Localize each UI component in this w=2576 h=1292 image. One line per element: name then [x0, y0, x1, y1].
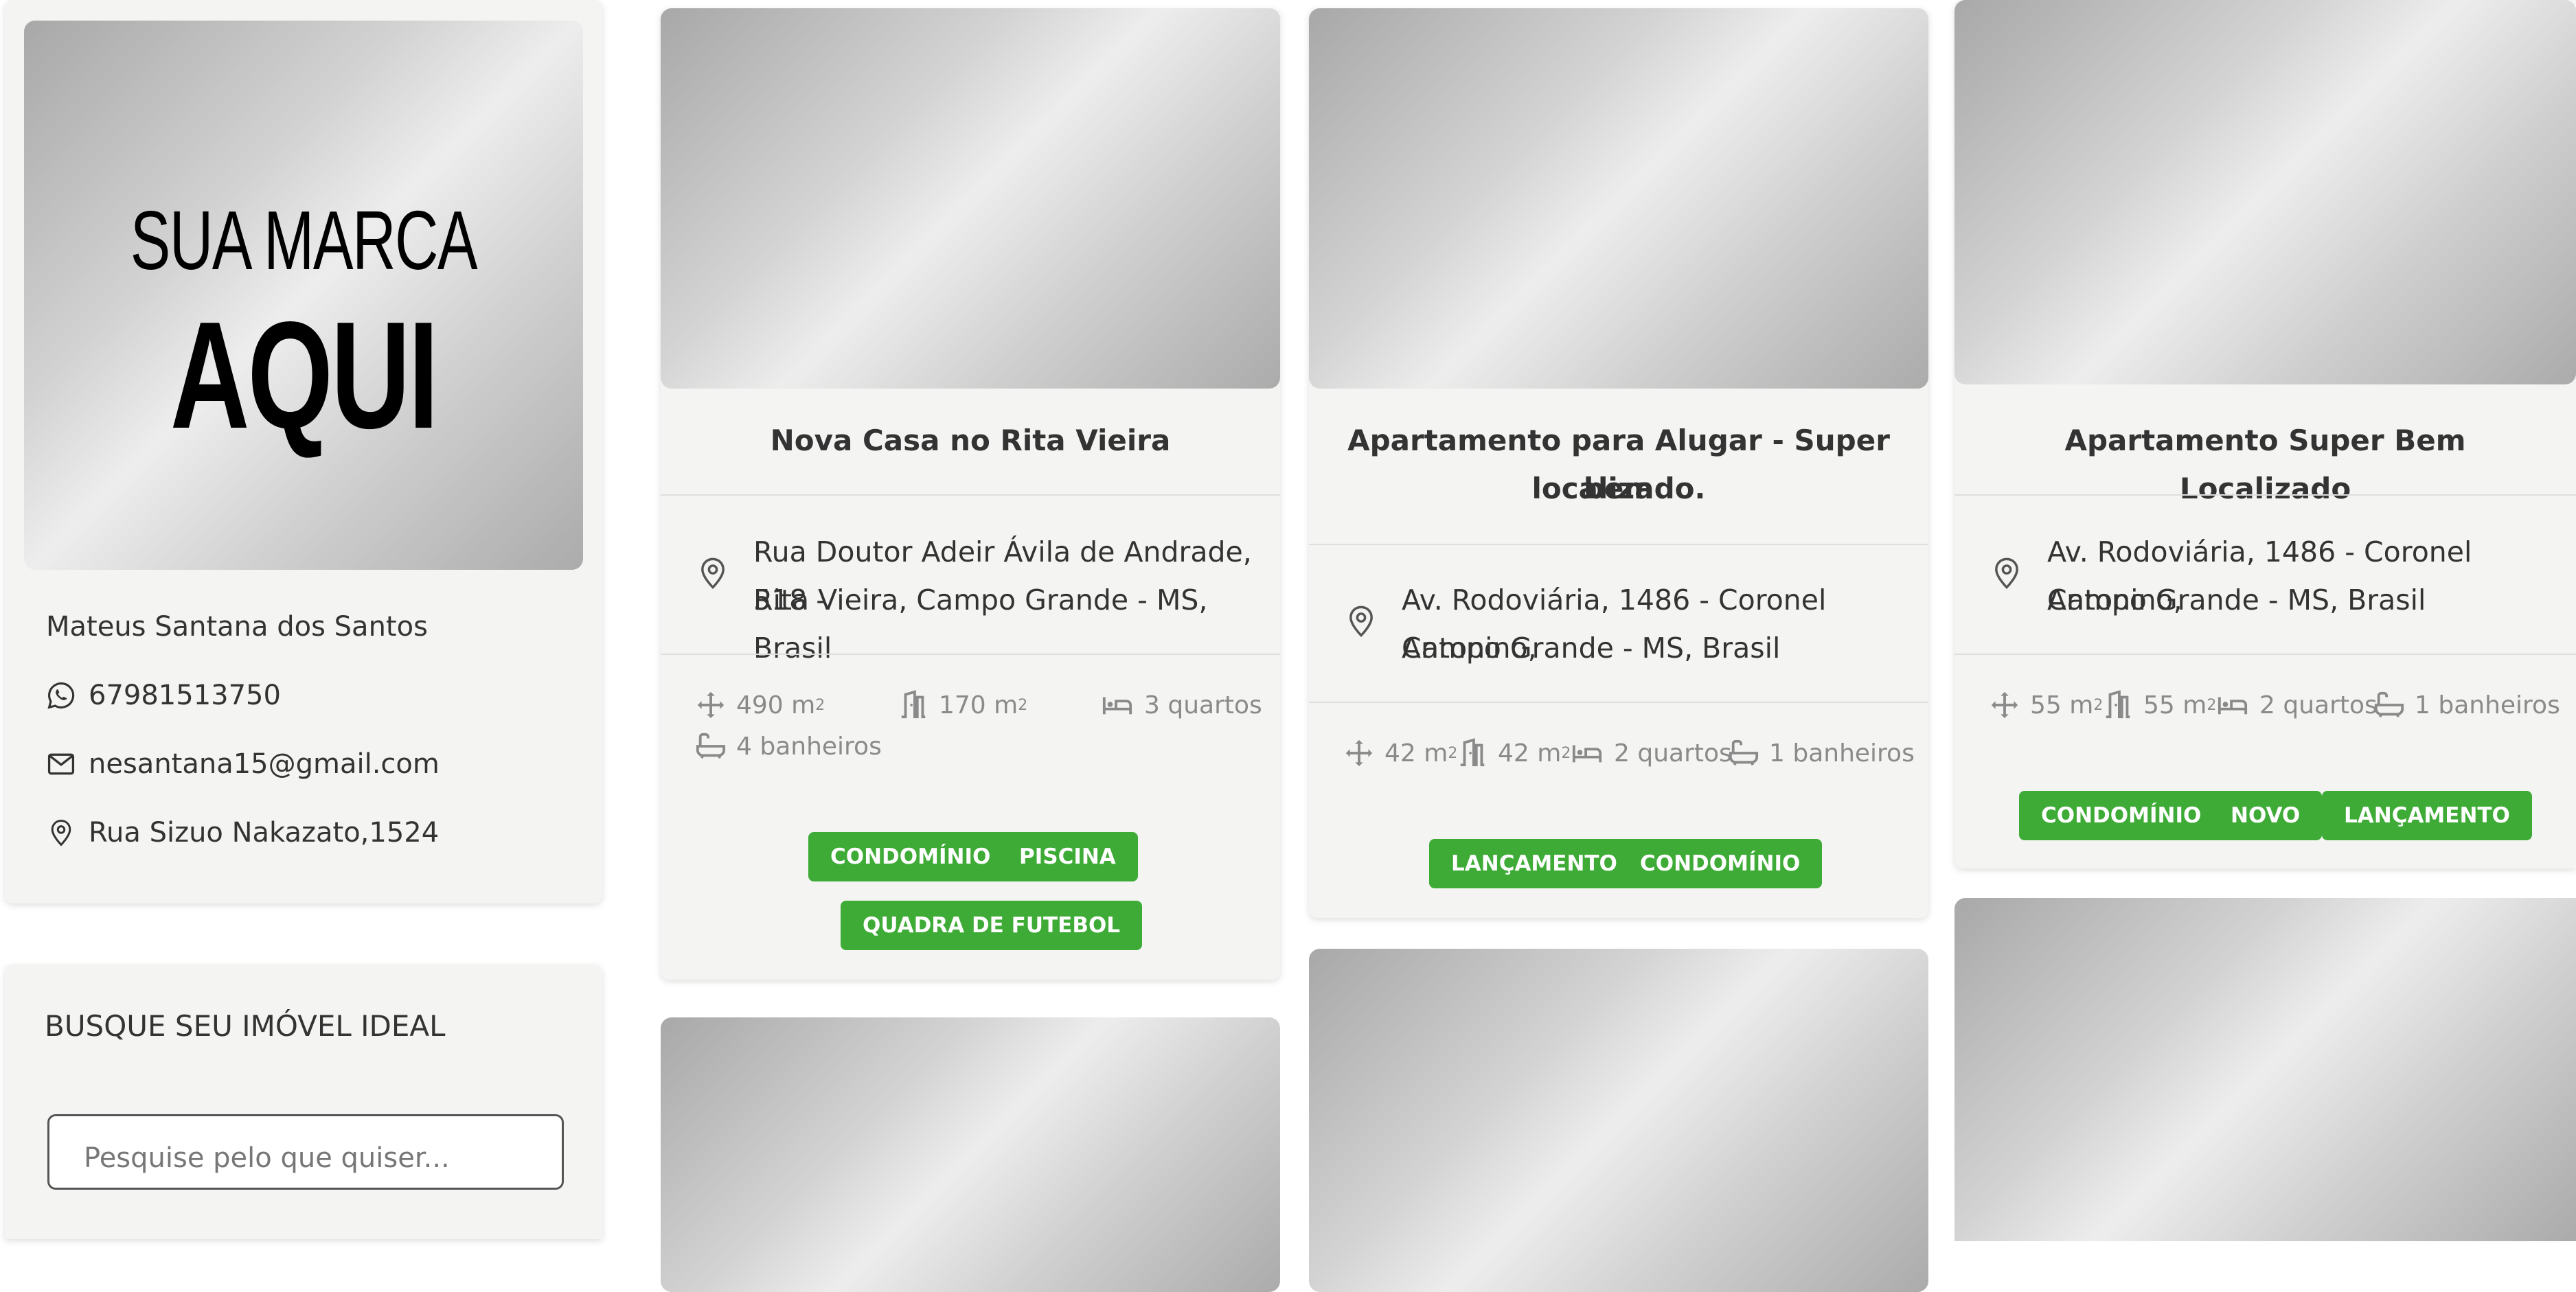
whatsapp-icon	[46, 680, 76, 711]
listing-photo[interactable]	[661, 1017, 1280, 1292]
listing-area-built: 42 m2	[1457, 737, 1571, 769]
map-pin-icon	[1343, 600, 1379, 643]
bed-icon	[1570, 737, 1604, 769]
divider	[1309, 702, 1928, 703]
tag-condominio[interactable]: CONDOMÍNIO	[808, 832, 1013, 881]
listing-baths: 4 banheiros	[695, 730, 882, 762]
divider	[1954, 654, 2576, 655]
divider	[1954, 494, 2576, 496]
brand-logo-line2: AQUI	[170, 290, 439, 461]
tag-lancamento[interactable]: LANÇAMENTO	[1429, 839, 1639, 888]
listing-photo[interactable]	[1954, 898, 2576, 1241]
divider	[661, 494, 1280, 496]
agent-address-text: Rua Sizuo Nakazato,1524	[89, 817, 440, 849]
listing-address-line2: Rita Vieira, Campo Grande - MS, Brasil	[753, 584, 1208, 665]
bed-icon	[1100, 689, 1135, 721]
brand-logo-line1: SUA MARCA	[130, 194, 478, 287]
move-arrows-icon	[1343, 737, 1375, 769]
tag-novo[interactable]: NOVO	[2209, 791, 2323, 840]
agent-phone[interactable]: 67981513750	[46, 680, 281, 711]
door-icon	[898, 689, 929, 721]
move-arrows-icon	[695, 689, 727, 721]
move-arrows-icon	[1989, 689, 2020, 721]
divider	[661, 654, 1280, 655]
listing-card[interactable]: Apartamento para Alugar - Super bem loca…	[1309, 8, 1928, 918]
listing-photo[interactable]	[1954, 0, 2576, 384]
listing-baths: 1 banheiros	[2373, 689, 2560, 721]
listing-address-line2: Campo Grande - MS, Brasil	[1402, 632, 1781, 665]
tag-lancamento[interactable]: LANÇAMENTO	[2322, 791, 2532, 840]
listing-address-line2: Campo Grande - MS, Brasil	[2047, 584, 2426, 616]
listing-baths: 1 banheiros	[1728, 737, 1915, 769]
listing-rooms: 2 quartos	[1570, 737, 1732, 769]
agent-address: Rua Sizuo Nakazato,1524	[46, 817, 439, 849]
listing-photo[interactable]	[1309, 8, 1928, 389]
search-input[interactable]: Pesquise pelo que quiser...	[47, 1114, 564, 1190]
listing-area-built: 170 m2	[898, 689, 1027, 721]
tag-quadra-de-futebol[interactable]: QUADRA DE FUTEBOL	[841, 901, 1143, 950]
map-pin-icon	[1989, 552, 2025, 595]
agent-phone-text: 67981513750	[89, 680, 281, 711]
door-icon	[1457, 737, 1488, 769]
search-card: BUSQUE SEU IMÓVEL IDEAL Pesquise pelo qu…	[5, 965, 602, 1239]
listing-title[interactable]: Apartamento Super Bem Localizado	[1982, 417, 2549, 513]
envelope-icon	[46, 749, 76, 779]
agent-email[interactable]: nesantana15@gmail.com	[46, 748, 440, 780]
door-icon	[2102, 689, 2134, 721]
tag-piscina[interactable]: PISCINA	[997, 832, 1138, 881]
listing-area-total: 490 m2	[695, 689, 825, 721]
listing-card[interactable]: Apartamento Super Bem Localizado Av. Rod…	[1954, 0, 2576, 868]
divider	[1309, 544, 1928, 545]
bathtub-icon	[2373, 689, 2405, 721]
map-pin-icon	[46, 818, 76, 848]
agent-email-text: nesantana15@gmail.com	[89, 748, 440, 780]
listing-area-total: 42 m2	[1343, 737, 1457, 769]
bathtub-icon	[695, 730, 727, 762]
listing-card[interactable]: Nova Casa no Rita Vieira Rua Doutor Adei…	[661, 8, 1280, 980]
listing-rooms: 2 quartos	[2215, 689, 2378, 721]
listing-title-line2[interactable]: localizado.	[1336, 465, 1901, 513]
search-title: BUSQUE SEU IMÓVEL IDEAL	[45, 1009, 446, 1043]
tag-condominio[interactable]: CONDOMÍNIO	[1618, 839, 1823, 888]
bed-icon	[2215, 689, 2250, 721]
search-placeholder: Pesquise pelo que quiser...	[84, 1142, 450, 1174]
agent-name: Mateus Santana dos Santos	[46, 611, 428, 643]
listing-title[interactable]: Nova Casa no Rita Vieira	[688, 417, 1253, 465]
brand-logo-image: SUA MARCA AQUI	[24, 21, 583, 570]
listing-area-built: 55 m2	[2102, 689, 2216, 721]
listing-photo[interactable]	[1309, 949, 1928, 1292]
listing-rooms: 3 quartos	[1100, 689, 1262, 721]
bathtub-icon	[1728, 737, 1759, 769]
listing-area-total: 55 m2	[1989, 689, 2103, 721]
agent-profile-card: SUA MARCA AQUI Mateus Santana dos Santos…	[5, 0, 602, 903]
map-pin-icon	[695, 552, 731, 595]
listing-photo[interactable]	[661, 8, 1280, 389]
tag-condominio[interactable]: CONDOMÍNIO	[2019, 791, 2224, 840]
